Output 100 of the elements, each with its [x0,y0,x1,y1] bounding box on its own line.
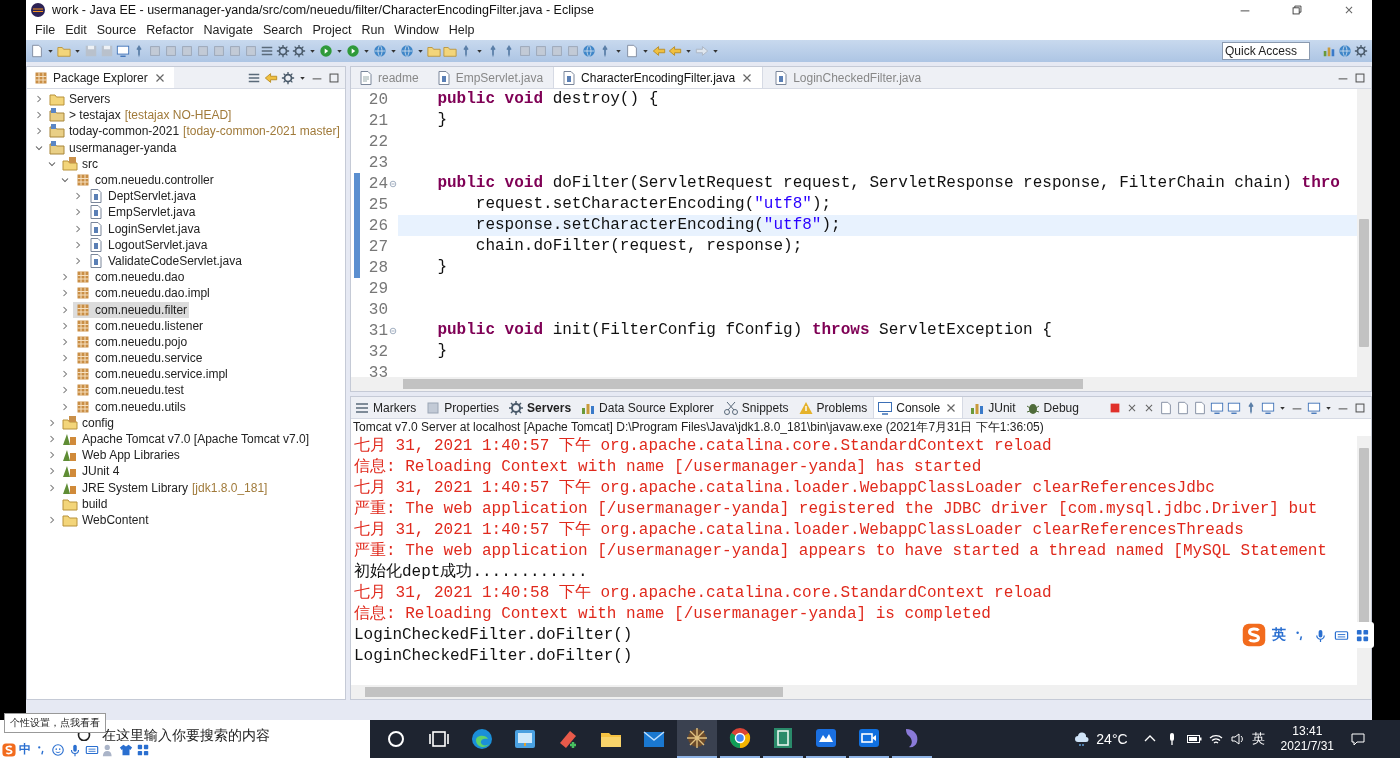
view-tab[interactable]: Markers [351,397,420,418]
quick-access-field[interactable]: Quick Access [1222,42,1310,60]
menu-item[interactable]: Refactor [141,23,199,37]
sogou-logo-icon[interactable] [2,742,16,757]
view-tab[interactable]: Package Explorer [27,67,174,88]
restore-icon[interactable] [1290,3,1304,17]
tree-item[interactable]: WebContent [60,511,151,528]
file-icon[interactable] [1176,400,1190,415]
globe-icon[interactable] [1338,44,1352,58]
view-tab[interactable]: Properties [422,397,503,418]
grid-icon[interactable] [1355,627,1370,643]
square-icon[interactable] [244,44,258,58]
tree-item[interactable]: build [60,495,110,512]
view-tab[interactable]: Data Source Explorer [577,397,717,418]
smiley-icon[interactable] [51,742,65,757]
menu-item[interactable]: Window [389,23,444,37]
square-icon[interactable] [518,44,532,58]
folder-icon[interactable] [443,44,457,58]
scrollbar[interactable] [351,685,1371,699]
square-icon[interactable] [566,44,580,58]
file-icon[interactable] [1159,400,1173,415]
tree-item[interactable]: EmpServlet.java [86,204,198,221]
tree-item[interactable]: com.neuedu.listener [73,317,206,334]
tree-item[interactable]: com.neuedu.service.impl [73,366,230,383]
gear-icon[interactable] [276,44,290,58]
tree-item[interactable]: today-common-2021 [today-common-2021 master] [47,123,342,140]
tree-item[interactable]: JUnit 4 [60,463,122,480]
tree-item[interactable]: LogoutServlet.java [86,236,210,253]
scrollbar[interactable] [351,377,1371,391]
gear-icon[interactable] [1354,44,1368,58]
menu-item[interactable]: Navigate [198,23,258,37]
square-icon[interactable] [228,44,242,58]
weather-text[interactable]: 24°C [1096,731,1128,747]
fold-icon[interactable] [389,179,397,188]
menu-item[interactable]: Source [91,23,142,37]
grid-icon[interactable] [136,742,150,757]
shirt-icon[interactable] [119,742,133,757]
tree-item[interactable]: com.neuedu.controller [73,172,216,189]
tree-item[interactable]: ValidateCodeServlet.java [86,252,244,269]
square-icon[interactable] [196,44,210,58]
fold-icon[interactable] [389,326,397,335]
editor-tab[interactable]: CharacterEncodingFilter.java [553,67,764,88]
tree-item[interactable]: src [60,155,100,172]
view-tab[interactable]: JUnit [966,397,1019,418]
tree-item[interactable]: Servers [47,91,113,108]
tree-item[interactable]: usermanager-yanda [47,139,179,156]
view-tab[interactable]: Debug [1021,397,1082,418]
monitor-icon[interactable] [1227,400,1241,415]
square-icon[interactable] [148,44,162,58]
tree-item[interactable]: JRE System Library [jdk1.8.0_181] [60,479,270,496]
tree-item[interactable]: com.neuedu.pojo [73,333,190,350]
menu-item[interactable]: Run [356,23,390,37]
monitor-icon[interactable] [1210,400,1224,415]
tree-item[interactable]: > testajax [testajax NO-HEAD] [47,107,234,124]
maximize-icon[interactable] [1353,400,1367,415]
clock[interactable]: 13:41 2021/7/31 [1280,724,1334,754]
tree-item[interactable]: com.neuedu.dao.impl [73,285,212,302]
input-mode-toggle[interactable]: 中 [19,741,31,758]
menu-item[interactable]: Edit [60,23,92,37]
language-indicator[interactable]: 英 [1251,730,1265,748]
scrollbar[interactable] [1357,89,1371,377]
sogou-logo-icon[interactable] [1242,623,1266,647]
square-icon[interactable] [534,44,548,58]
square-icon[interactable] [180,44,194,58]
menu-item[interactable]: Help [443,23,480,37]
list-icon[interactable] [260,44,274,58]
rain-cloud-icon[interactable] [1074,731,1091,747]
globe-icon[interactable] [582,44,596,58]
square-icon[interactable] [550,44,564,58]
tree-item[interactable]: LoginServlet.java [86,220,203,237]
tree-item[interactable]: Web App Libraries [60,447,182,464]
tree-item[interactable]: com.neuedu.utils [73,398,188,415]
scrollbar[interactable] [1357,436,1371,685]
monitor-icon[interactable] [116,44,130,58]
tree-item[interactable]: config [60,414,117,431]
square-icon[interactable] [212,44,226,58]
menu-item[interactable]: Project [307,23,357,37]
gear-icon[interactable] [292,44,306,58]
monitor-icon[interactable] [1261,400,1275,415]
square-icon[interactable] [164,44,178,58]
menu-item[interactable]: Search [257,23,308,37]
tree-item[interactable]: DeptServlet.java [86,188,199,205]
view-tab[interactable]: Problems [794,397,871,418]
file-icon[interactable] [1193,400,1207,415]
maximize-icon[interactable] [327,70,341,85]
tree-item[interactable]: com.neuedu.filter [73,301,190,318]
tree-item[interactable]: com.neuedu.dao [73,269,187,286]
gear-icon[interactable] [281,70,295,85]
view-tab[interactable]: Console [873,397,964,418]
speaker-icon[interactable] [1229,731,1246,747]
tree-item[interactable]: com.neuedu.service [73,350,205,367]
input-mode-toggle[interactable]: 英 [1272,626,1286,644]
maximize-icon[interactable] [1353,70,1367,85]
notification-icon[interactable] [1350,731,1366,747]
view-tab[interactable]: Snippets [719,397,792,418]
menu-item[interactable]: File [30,23,61,37]
monitor-icon[interactable] [1307,400,1321,415]
tree-item[interactable]: Apache Tomcat v7.0 [Apache Tomcat v7.0] [60,431,312,448]
tree-item[interactable]: com.neuedu.test [73,382,186,399]
view-tab[interactable]: Servers [505,397,575,418]
